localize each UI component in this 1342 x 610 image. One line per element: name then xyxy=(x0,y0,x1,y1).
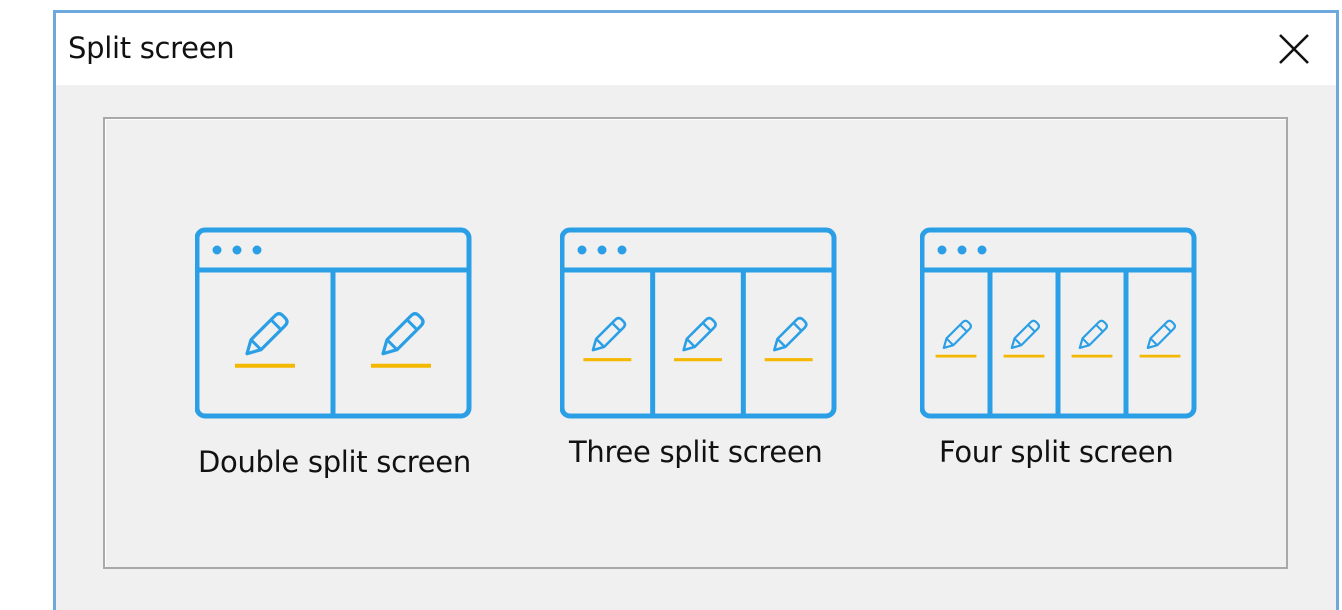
pencil-tip-line xyxy=(945,337,955,346)
window-dot xyxy=(232,245,242,255)
pencil-band xyxy=(792,322,803,332)
window-dot xyxy=(937,245,947,255)
pencil-band xyxy=(701,322,712,332)
options-panel: Double split screen Three split screen F… xyxy=(103,117,1288,569)
pencil-band xyxy=(405,318,419,331)
four-split-label: Four split screen xyxy=(939,435,1174,469)
four-split-option[interactable] xyxy=(920,227,1200,423)
pencil-tip-line xyxy=(249,338,263,351)
pencil-icon xyxy=(583,316,632,362)
close-icon xyxy=(1279,34,1309,64)
pencil-band xyxy=(1163,324,1172,333)
title-bar: Split screen xyxy=(56,13,1336,85)
pencil-body xyxy=(1010,319,1041,350)
three-split-label: Three split screen xyxy=(569,435,823,469)
pencil-tip-line xyxy=(385,338,399,351)
pencil-band xyxy=(1095,324,1104,333)
pencil-body xyxy=(591,316,627,352)
pencil-band xyxy=(1027,324,1036,333)
pencil-tip-line xyxy=(1081,337,1091,346)
window-dot xyxy=(577,245,587,255)
three-split-screen-icon xyxy=(560,227,837,419)
pencil-tip-line xyxy=(595,338,605,348)
pencil-body xyxy=(942,319,973,350)
window-dot xyxy=(597,245,607,255)
pencil-body xyxy=(1078,319,1109,350)
pencil-body xyxy=(682,316,717,352)
pencil-tip-line xyxy=(1013,337,1023,346)
pencil-band xyxy=(269,318,283,331)
split-screen-dialog: Split screen Double split screen Three s… xyxy=(53,10,1339,610)
pencil-tip-line xyxy=(776,338,787,348)
double-split-screen-icon xyxy=(195,227,472,419)
dialog-title: Split screen xyxy=(68,31,235,65)
pencil-band xyxy=(959,324,968,333)
pencil-tip-line xyxy=(1149,337,1159,346)
three-split-option[interactable] xyxy=(560,227,840,423)
window-dot xyxy=(617,245,627,255)
pencil-icon xyxy=(1071,319,1113,358)
pencil-icon xyxy=(764,316,813,362)
pencil-body xyxy=(245,312,289,356)
window-dot xyxy=(252,245,262,255)
double-split-label: Double split screen xyxy=(198,445,471,479)
pencil-tip-line xyxy=(685,338,696,348)
pencil-body xyxy=(772,316,808,352)
pencil-icon xyxy=(1003,319,1045,358)
pencil-icon xyxy=(935,319,977,358)
window-dot xyxy=(957,245,967,255)
double-split-option[interactable] xyxy=(195,227,475,423)
pencil-body xyxy=(1146,319,1177,350)
window-dot xyxy=(212,245,222,255)
pencil-body xyxy=(381,312,425,356)
four-split-screen-icon xyxy=(920,227,1197,419)
pencil-band xyxy=(611,322,621,332)
pencil-icon xyxy=(371,312,431,368)
pencil-icon xyxy=(1139,319,1181,358)
window-dot xyxy=(977,245,987,255)
pencil-icon xyxy=(673,316,723,362)
pencil-icon xyxy=(235,312,295,368)
close-button[interactable] xyxy=(1266,23,1322,75)
